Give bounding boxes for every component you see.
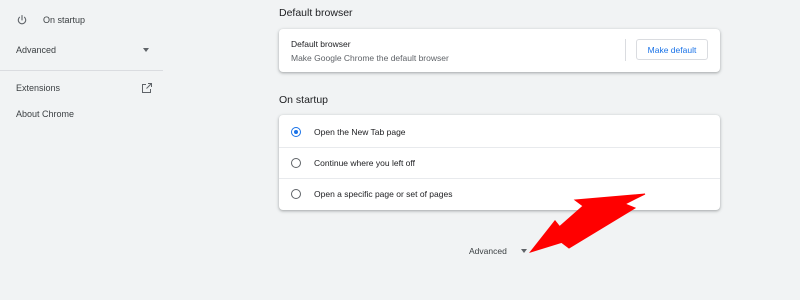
sidebar-item-label: Advanced [16,45,57,55]
default-browser-card: Default browser Make Google Chrome the d… [279,29,720,72]
sidebar-item-advanced[interactable]: Advanced [0,38,163,62]
chevron-down-icon [143,48,149,52]
open-in-new-icon [142,83,152,93]
default-browser-title: Default browser [291,39,351,49]
sidebar-item-label: About Chrome [16,109,75,119]
section-title-on-startup: On startup [279,94,329,106]
red-arrow-icon [529,193,646,253]
settings-sidebar: On startup Advanced Extensions About Chr… [0,0,163,300]
startup-option-new-tab[interactable]: Open the New Tab page [279,116,720,147]
advanced-toggle[interactable]: Advanced [469,244,527,258]
sidebar-item-extensions[interactable]: Extensions [0,76,163,100]
startup-option-continue[interactable]: Continue where you left off [279,147,720,178]
advanced-toggle-label: Advanced [469,246,507,256]
sidebar-item-label: Extensions [16,83,61,93]
startup-option-label: Open a specific page or set of pages [314,188,453,199]
section-title-default-browser: Default browser [279,7,353,19]
sidebar-divider [0,70,163,71]
radio-button-checked[interactable] [291,126,301,137]
radio-button[interactable] [291,157,301,168]
sidebar-item-label: On startup [43,15,86,25]
vertical-divider [625,39,626,61]
radio-button[interactable] [291,188,301,199]
startup-option-label: Open the New Tab page [314,126,406,137]
sidebar-item-about-chrome[interactable]: About Chrome [0,102,163,126]
startup-option-label: Continue where you left off [314,157,415,168]
power-icon [17,14,27,25]
default-browser-subtitle: Make Google Chrome the default browser [291,53,449,63]
make-default-button[interactable]: Make default [636,39,708,60]
sidebar-item-on-startup[interactable]: On startup [0,8,163,32]
